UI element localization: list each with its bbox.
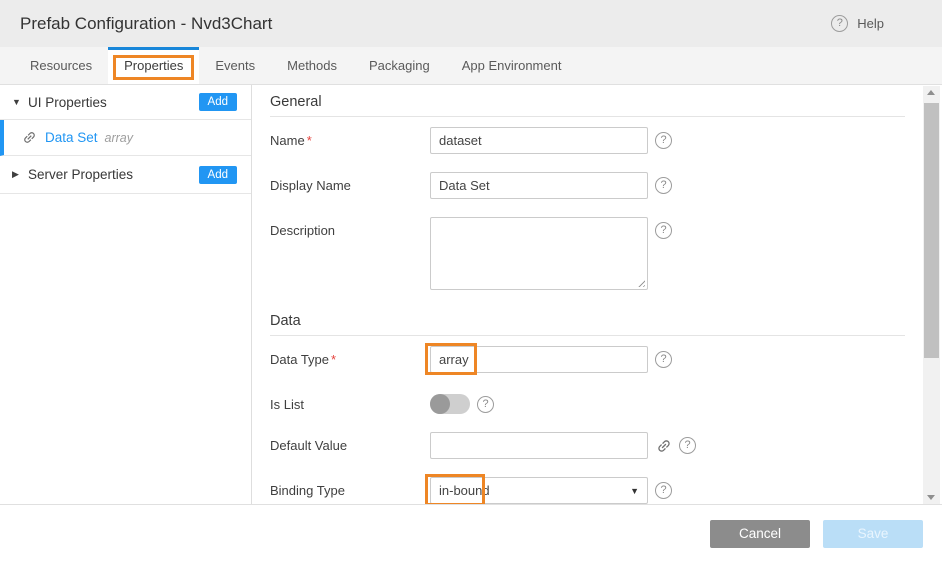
display-name-label: Display Name [270, 172, 430, 193]
name-input[interactable] [430, 127, 648, 154]
field-row-data-type: Data Type* ? [270, 346, 905, 373]
description-label: Description [270, 217, 430, 238]
dropdown-arrow-icon: ▼ [630, 478, 639, 504]
display-name-input[interactable] [430, 172, 648, 199]
binding-type-value: in-bound [439, 483, 490, 498]
field-row-is-list: Is List ? [270, 391, 905, 414]
binding-type-select[interactable]: in-bound ▼ [430, 477, 648, 504]
section-label: Server Properties [28, 167, 199, 182]
tab-label: Events [215, 58, 255, 73]
tab-resources[interactable]: Resources [14, 47, 108, 84]
tab-events[interactable]: Events [199, 47, 271, 84]
sidebar-section-server-properties[interactable]: ▶ Server Properties Add [0, 156, 251, 194]
sidebar-item-type: array [105, 131, 133, 145]
section-title-data: Data [270, 304, 905, 336]
help-circle-icon: ? [831, 15, 848, 32]
help-button[interactable]: ? Help [831, 15, 884, 32]
sidebar-item-data-set[interactable]: Data Set array [0, 120, 251, 156]
scrollbar-thumb[interactable] [924, 103, 939, 358]
help-label: Help [857, 16, 884, 31]
caret-right-icon: ▶ [12, 169, 28, 180]
field-row-default-value: Default Value ? [270, 432, 905, 459]
data-type-help-icon[interactable]: ? [655, 351, 672, 368]
active-tab-indicator [108, 47, 199, 50]
toggle-knob [430, 394, 450, 414]
properties-sidebar: ▼ UI Properties Add Data Set array ▶ Ser… [0, 85, 252, 504]
add-ui-property-button[interactable]: Add [199, 93, 237, 111]
data-type-input[interactable] [430, 346, 648, 373]
required-asterisk: * [307, 133, 312, 148]
tab-packaging[interactable]: Packaging [353, 47, 446, 84]
bind-link-icon [22, 130, 37, 145]
default-value-input[interactable] [430, 432, 648, 459]
tab-label: Methods [287, 58, 337, 73]
tab-label: Resources [30, 58, 92, 73]
dialog-header: Prefab Configuration - Nvd3Chart ? Help [0, 0, 942, 47]
default-value-label: Default Value [270, 432, 430, 453]
description-textarea[interactable] [430, 217, 648, 290]
name-help-icon[interactable]: ? [655, 132, 672, 149]
add-server-property-button[interactable]: Add [199, 166, 237, 184]
section-label: UI Properties [28, 95, 199, 110]
cancel-button[interactable]: Cancel [710, 520, 810, 548]
field-row-description: Description ? [270, 217, 905, 290]
tab-app-environment[interactable]: App Environment [446, 47, 578, 84]
bind-variable-icon[interactable] [656, 438, 672, 454]
is-list-toggle[interactable] [430, 394, 470, 414]
display-name-help-icon[interactable]: ? [655, 177, 672, 194]
field-row-name: Name* ? [270, 127, 905, 154]
tab-bar: Resources Properties Events Methods Pack… [0, 47, 942, 85]
sidebar-item-label: Data Set [45, 130, 98, 145]
field-row-binding-type: Binding Type in-bound ▼ ? [270, 477, 905, 504]
binding-type-label: Binding Type [270, 477, 430, 498]
save-button[interactable]: Save [823, 520, 923, 548]
tab-properties[interactable]: Properties [108, 47, 199, 84]
tab-label: Properties [124, 58, 183, 73]
binding-type-help-icon[interactable]: ? [655, 482, 672, 499]
description-help-icon[interactable]: ? [655, 222, 672, 239]
tab-label: App Environment [462, 58, 562, 73]
tab-methods[interactable]: Methods [271, 47, 353, 84]
field-row-display-name: Display Name ? [270, 172, 905, 199]
section-title-general: General [270, 85, 905, 117]
data-type-label: Data Type* [270, 346, 430, 367]
default-value-help-icon[interactable]: ? [679, 437, 696, 454]
is-list-help-icon[interactable]: ? [477, 396, 494, 413]
scrollbar-up-arrow-icon[interactable] [923, 86, 940, 100]
required-asterisk: * [331, 352, 336, 367]
name-label: Name* [270, 127, 430, 148]
scrollbar-down-arrow-icon[interactable] [923, 490, 940, 504]
dialog-footer: Cancel Save [0, 504, 942, 562]
tab-label: Packaging [369, 58, 430, 73]
vertical-scrollbar[interactable] [923, 86, 940, 504]
property-form-panel: General Name* ? Display Name ? Descripti… [253, 85, 923, 504]
is-list-label: Is List [270, 391, 430, 412]
sidebar-section-ui-properties[interactable]: ▼ UI Properties Add [0, 85, 251, 120]
page-title: Prefab Configuration - Nvd3Chart [20, 14, 272, 34]
caret-down-icon: ▼ [12, 97, 28, 107]
